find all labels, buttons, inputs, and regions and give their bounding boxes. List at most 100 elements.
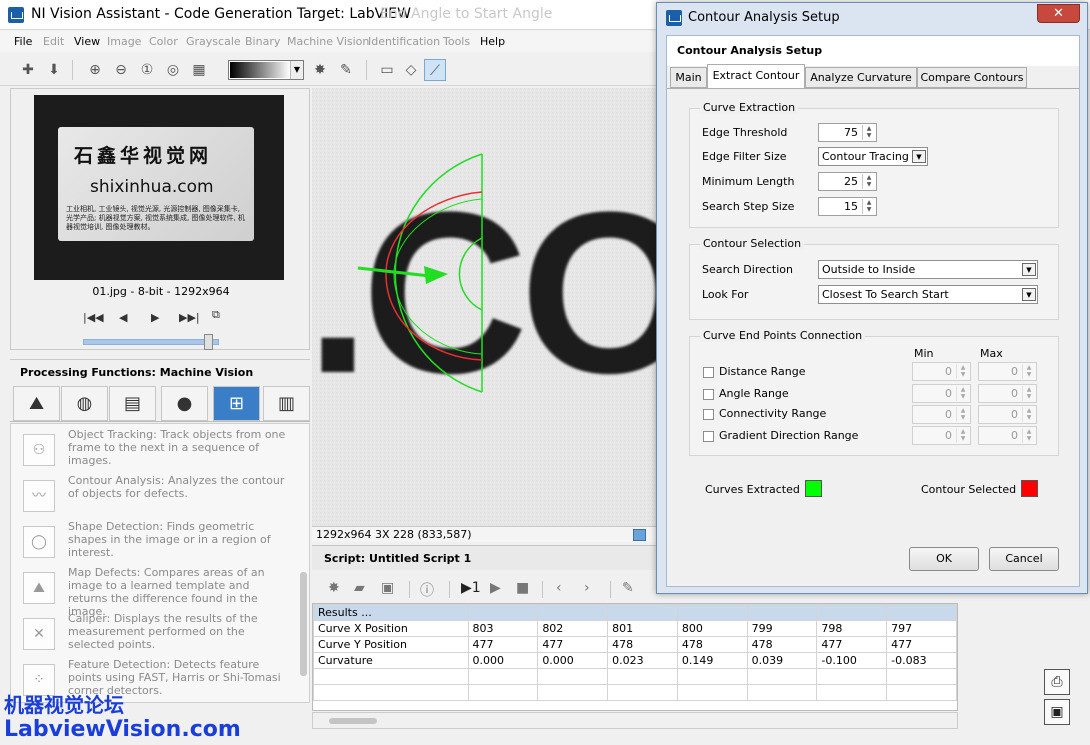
table-cell[interactable]: 478 — [746, 636, 818, 653]
spinner-icon[interactable]: ▲ ▼ — [1022, 407, 1035, 422]
zoom-out-icon[interactable]: ⊖ — [110, 59, 132, 81]
prev-image-icon[interactable]: ◀ — [119, 311, 127, 324]
info-icon[interactable]: ⓘ — [420, 580, 434, 600]
next-image-icon[interactable]: ▶ — [151, 311, 159, 324]
tab-compare-contours[interactable]: Compare Contours — [917, 67, 1027, 88]
spinner-icon[interactable]: ▲ ▼ — [862, 199, 875, 214]
spinner-icon[interactable]: ▲ ▼ — [1022, 428, 1035, 443]
hscroll-thumb[interactable] — [329, 718, 377, 724]
distance-min-field[interactable]: 0 ▲ ▼ — [912, 362, 971, 381]
table-cell[interactable]: 0.000 — [537, 652, 609, 669]
save-side-icon[interactable]: ▣ — [1044, 699, 1070, 725]
menu-file[interactable]: File — [14, 35, 32, 48]
list-scrollbar[interactable] — [300, 572, 307, 676]
tab-grayscale-icon[interactable]: ▤ — [109, 386, 156, 421]
table-cell[interactable]: 800 — [676, 620, 748, 637]
angle-max-field[interactable]: 0 ▲ ▼ — [978, 384, 1037, 403]
list-item[interactable]: ◯ Shape Detection: Finds geometric shape… — [11, 520, 299, 566]
tab-color-icon[interactable]: ◍ — [61, 386, 108, 421]
edge-filter-select[interactable]: Contour Tracing ▼ — [818, 147, 928, 166]
close-image-icon[interactable]: ⧉ — [212, 308, 220, 322]
angle-range-checkbox[interactable] — [703, 389, 714, 400]
list-item[interactable]: 〰 Contour Analysis: Analyzes the contour… — [11, 474, 299, 520]
gradient-direction-checkbox[interactable] — [703, 431, 714, 442]
cancel-button[interactable]: Cancel — [989, 547, 1059, 571]
run-icon[interactable]: ▶ — [490, 580, 501, 596]
save-script-icon[interactable]: ▣ — [381, 580, 394, 596]
tab-binary-icon[interactable]: ● — [161, 386, 208, 421]
table-cell[interactable]: 803 — [467, 620, 539, 637]
connectivity-max-field[interactable]: 0 ▲ ▼ — [978, 405, 1037, 424]
menu-image[interactable]: Image — [107, 35, 141, 48]
menu-binary[interactable]: Binary — [245, 35, 280, 48]
table-cell[interactable]: 0.000 — [467, 652, 539, 669]
tab-extract-contour[interactable]: Extract Contour — [707, 64, 805, 89]
edit-step-icon[interactable]: ✎ — [622, 580, 634, 596]
table-cell[interactable]: -0.100 — [816, 652, 888, 669]
spinner-icon[interactable]: ▲ ▼ — [956, 386, 969, 401]
tab-identification-icon[interactable]: ▥ — [263, 386, 310, 421]
image-viewer[interactable]: .CO — [312, 88, 658, 526]
save-image-icon[interactable]: ⬇ — [43, 59, 65, 81]
list-item[interactable]: ⚇ Object Tracking: Track objects from on… — [11, 428, 299, 474]
search-step-field[interactable]: 15 ▲ ▼ — [818, 197, 877, 216]
distance-max-field[interactable]: 0 ▲ ▼ — [978, 362, 1037, 381]
table-cell[interactable]: 477 — [816, 636, 888, 653]
table-cell[interactable]: -0.083 — [886, 652, 957, 669]
menu-edit[interactable]: Edit — [43, 35, 64, 48]
palette-selector[interactable]: ▼ — [228, 60, 304, 80]
table-cell[interactable]: 797 — [886, 620, 957, 637]
zoom-one-icon[interactable]: ① — [136, 59, 158, 81]
spinner-icon[interactable]: ▲ ▼ — [862, 174, 875, 189]
table-cell[interactable]: 478 — [607, 636, 678, 653]
table-cell[interactable]: 799 — [746, 620, 818, 637]
angle-min-field[interactable]: 0 ▲ ▼ — [912, 384, 971, 403]
image-slider-handle[interactable] — [204, 334, 214, 350]
step-forward-icon[interactable]: › — [584, 580, 590, 596]
script-side-tool-icon[interactable]: ⎙ — [1044, 669, 1070, 695]
acquire-image-icon[interactable]: ✚ — [17, 59, 39, 81]
table-cell[interactable]: 478 — [676, 636, 748, 653]
threshold-icon[interactable]: ✸ — [309, 59, 331, 81]
menu-machine-vision[interactable]: Machine Vision — [287, 35, 369, 48]
connectivity-min-field[interactable]: 0 ▲ ▼ — [912, 405, 971, 424]
edge-threshold-field[interactable]: 75 ▲ ▼ — [818, 123, 877, 142]
table-cell[interactable]: 801 — [607, 620, 678, 637]
look-for-select[interactable]: Closest To Search Start ▼ — [818, 285, 1038, 304]
spinner-icon[interactable]: ▲ ▼ — [1022, 386, 1035, 401]
spinner-icon[interactable]: ▲ ▼ — [956, 428, 969, 443]
spinner-icon[interactable]: ▲ ▼ — [1022, 364, 1035, 379]
table-cell[interactable]: 477 — [886, 636, 957, 653]
table-cell[interactable]: 0.039 — [746, 652, 818, 669]
results-hscrollbar[interactable] — [312, 712, 958, 729]
resize-grip-icon[interactable] — [633, 529, 646, 541]
tab-image-icon[interactable]: ⛰ — [13, 386, 60, 421]
image-thumbnail[interactable]: 石鑫华视觉网 shixinhua.com 工业相机, 工业镜头, 视觉光源, 光… — [34, 95, 284, 280]
min-length-field[interactable]: 25 ▲ ▼ — [818, 172, 877, 191]
list-item[interactable]: ⛰ Map Defects: Compares areas of an imag… — [11, 566, 299, 618]
image-slider[interactable] — [83, 339, 219, 345]
last-image-icon[interactable]: ▶▶| — [179, 311, 200, 324]
image-props-icon[interactable]: ▦ — [188, 59, 210, 81]
table-cell[interactable]: 798 — [816, 620, 888, 637]
menu-help[interactable]: Help — [480, 35, 505, 48]
list-item[interactable]: ✕ Caliper: Displays the results of the m… — [11, 612, 299, 658]
distance-range-checkbox[interactable] — [703, 367, 714, 378]
step-back-icon[interactable]: ‹ — [556, 580, 562, 596]
gradient-min-field[interactable]: 0 ▲ ▼ — [912, 426, 971, 445]
rotated-rect-tool-icon[interactable]: ◇ — [400, 59, 422, 81]
connectivity-range-checkbox[interactable] — [703, 409, 714, 420]
table-cell[interactable]: 0.149 — [676, 652, 748, 669]
menu-grayscale[interactable]: Grayscale — [186, 35, 241, 48]
zoom-in-icon[interactable]: ⊕ — [84, 59, 106, 81]
table-cell[interactable]: 802 — [537, 620, 609, 637]
menu-identification[interactable]: Identification — [368, 35, 440, 48]
run-once-icon[interactable]: ▶1 — [461, 580, 481, 596]
close-icon[interactable]: ✕ — [1037, 4, 1080, 23]
new-script-icon[interactable]: ✸ — [328, 580, 340, 596]
rectangle-tool-icon[interactable]: ▭ — [376, 59, 398, 81]
menu-view[interactable]: View — [74, 35, 100, 48]
table-cell[interactable]: 477 — [537, 636, 609, 653]
ok-button[interactable]: OK — [909, 547, 979, 571]
table-cell[interactable]: 477 — [467, 636, 539, 653]
